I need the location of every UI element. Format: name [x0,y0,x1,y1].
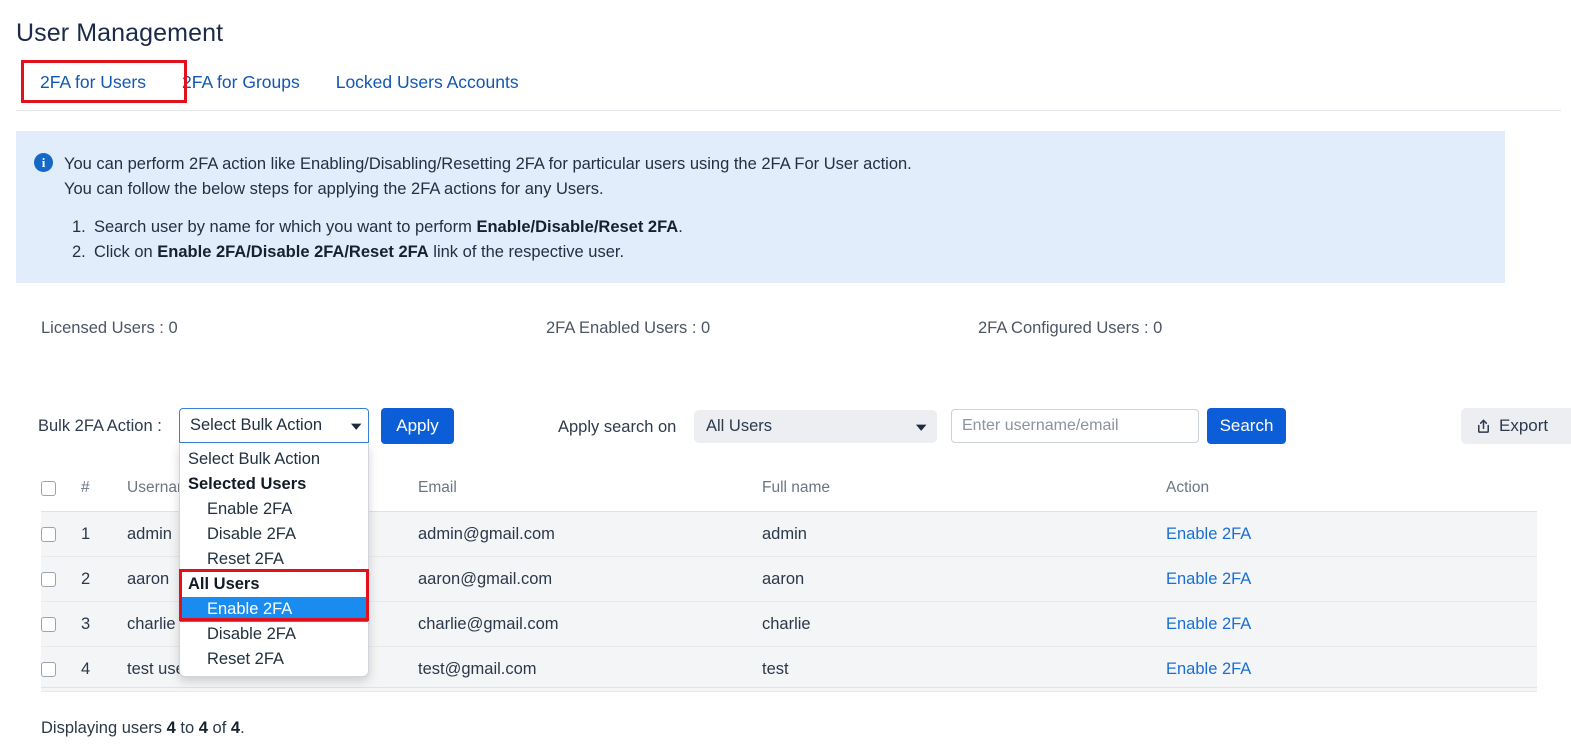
row-select-cell [41,616,81,632]
displaying-of: of [207,719,231,737]
cell-email: charlie@gmail.com [418,614,559,633]
info-banner-line-1: You can perform 2FA action like Enabling… [64,155,912,173]
dropdown-option-selected-enable-2fa[interactable]: Enable 2FA [180,497,368,522]
apply-search-on-value: All Users [706,417,773,435]
info-banner-line-2: You can follow the below steps for apply… [64,180,604,198]
step-2-bold: Enable 2FA/Disable 2FA/Reset 2FA [157,243,429,261]
step-1-number: 1. [72,218,86,236]
cell-index: 1 [81,524,91,543]
displaying-to: 4 [198,719,208,737]
displaying-prefix: Displaying users [41,719,167,737]
step-2-suffix: link of the respective user. [428,243,625,261]
search-input[interactable] [951,409,1199,443]
apply-button[interactable]: Apply [381,408,454,444]
row-select-cell [41,526,81,542]
row-select-cell [41,571,81,587]
displaying-total: 4 [230,719,241,737]
enable-2fa-link[interactable]: Enable 2FA [1166,570,1251,588]
table-bottom-divider [41,687,1537,688]
bulk-action-dropdown-menu: Select Bulk Action Selected Users Enable… [179,444,369,677]
step-2-prefix: Click on [94,243,158,261]
enable-2fa-link[interactable]: Enable 2FA [1166,615,1251,633]
cell-fullname: aaron [762,569,805,588]
info-circle-icon: i [34,153,53,172]
cell-fullname: charlie [762,614,811,633]
tab-bar: 2FA for Users 2FA for Groups Locked User… [22,64,537,102]
tab-divider [16,110,1561,111]
cell-email: admin@gmail.com [418,524,555,543]
row-checkbox[interactable] [41,571,56,587]
tab-2fa-for-groups[interactable]: 2FA for Groups [164,64,318,102]
cell-action: Enable 2FA [1166,615,1537,634]
displaying-suffix: . [240,719,245,737]
select-all-cell [41,480,81,496]
enable-2fa-link[interactable]: Enable 2FA [1166,525,1251,543]
select-all-checkbox[interactable] [41,480,56,496]
dropdown-option-selected-reset-2fa[interactable]: Reset 2FA [180,547,368,572]
apply-search-on-select[interactable]: All Users ▾ [694,410,937,443]
dropdown-option-all-reset-2fa[interactable]: Reset 2FA [180,647,368,672]
cell-index: 3 [81,614,91,633]
tab-2fa-for-users[interactable]: 2FA for Users [22,64,164,102]
stat-2fa-enabled-users: 2FA Enabled Users : 0 [546,319,711,337]
step-2-number: 2. [72,243,86,261]
export-button-label: Export [1499,416,1549,435]
displaying-from: 4 [166,719,176,737]
dropdown-option-all-enable-2fa[interactable]: Enable 2FA [180,597,368,622]
cell-action: Enable 2FA [1166,525,1537,544]
cell-fullname: admin [762,524,807,543]
row-checkbox[interactable] [41,616,56,632]
dropdown-group-all-users: All Users [188,575,260,593]
displaying-mid: to [175,719,199,737]
search-button[interactable]: Search [1207,408,1286,444]
dropdown-group-selected-users: Selected Users [188,475,307,493]
cell-action: Enable 2FA [1166,570,1537,589]
tab-locked-users-accounts[interactable]: Locked Users Accounts [318,64,537,102]
cell-email: test@gmail.com [418,659,537,678]
step-1-bold: Enable/Disable/Reset 2FA [476,218,679,236]
export-button[interactable]: Export [1461,408,1571,444]
page-title: User Management [16,19,224,47]
dropdown-option-select-bulk-action[interactable]: Select Bulk Action [180,447,368,472]
dropdown-option-selected-disable-2fa[interactable]: Disable 2FA [180,522,368,547]
cell-fullname: test [762,659,789,678]
step-1-prefix: Search user by name for which you want t… [94,218,477,236]
chevron-down-icon: ▾ [916,419,927,433]
cell-index: 4 [81,659,91,678]
column-header-action: Action [1166,479,1210,496]
dropdown-option-all-disable-2fa[interactable]: Disable 2FA [180,622,368,647]
info-banner-step-1: 1. Search user by name for which you want… [72,218,683,237]
cell-action: Enable 2FA [1166,660,1537,679]
stat-2fa-configured-users: 2FA Configured Users : 0 [978,319,1163,337]
column-header-fullname: Full name [762,479,831,496]
bulk-action-select[interactable]: Select Bulk Action ▾ [179,408,369,443]
bulk-action-label: Bulk 2FA Action : [38,417,162,435]
apply-search-on-label: Apply search on [558,418,677,436]
stat-licensed-users: Licensed Users : 0 [41,319,178,337]
row-checkbox[interactable] [41,661,56,677]
export-icon [1475,418,1492,435]
user-management-page: User Management 2FA for Users 2FA for Gr… [0,0,1571,748]
column-header-index: # [81,479,90,496]
step-1-suffix: . [678,218,683,236]
cell-email: aaron@gmail.com [418,569,553,588]
row-select-cell [41,661,81,677]
chevron-down-icon: ▾ [351,418,362,432]
column-header-email: Email [418,479,457,496]
bulk-action-select-value: Select Bulk Action [190,416,323,434]
row-checkbox[interactable] [41,526,56,542]
cell-index: 2 [81,569,91,588]
displaying-users-text: Displaying users 4 to 4 of 4. [41,719,245,738]
enable-2fa-link[interactable]: Enable 2FA [1166,660,1251,678]
info-banner-step-2: 2. Click on Enable 2FA/Disable 2FA/Reset … [72,243,624,262]
